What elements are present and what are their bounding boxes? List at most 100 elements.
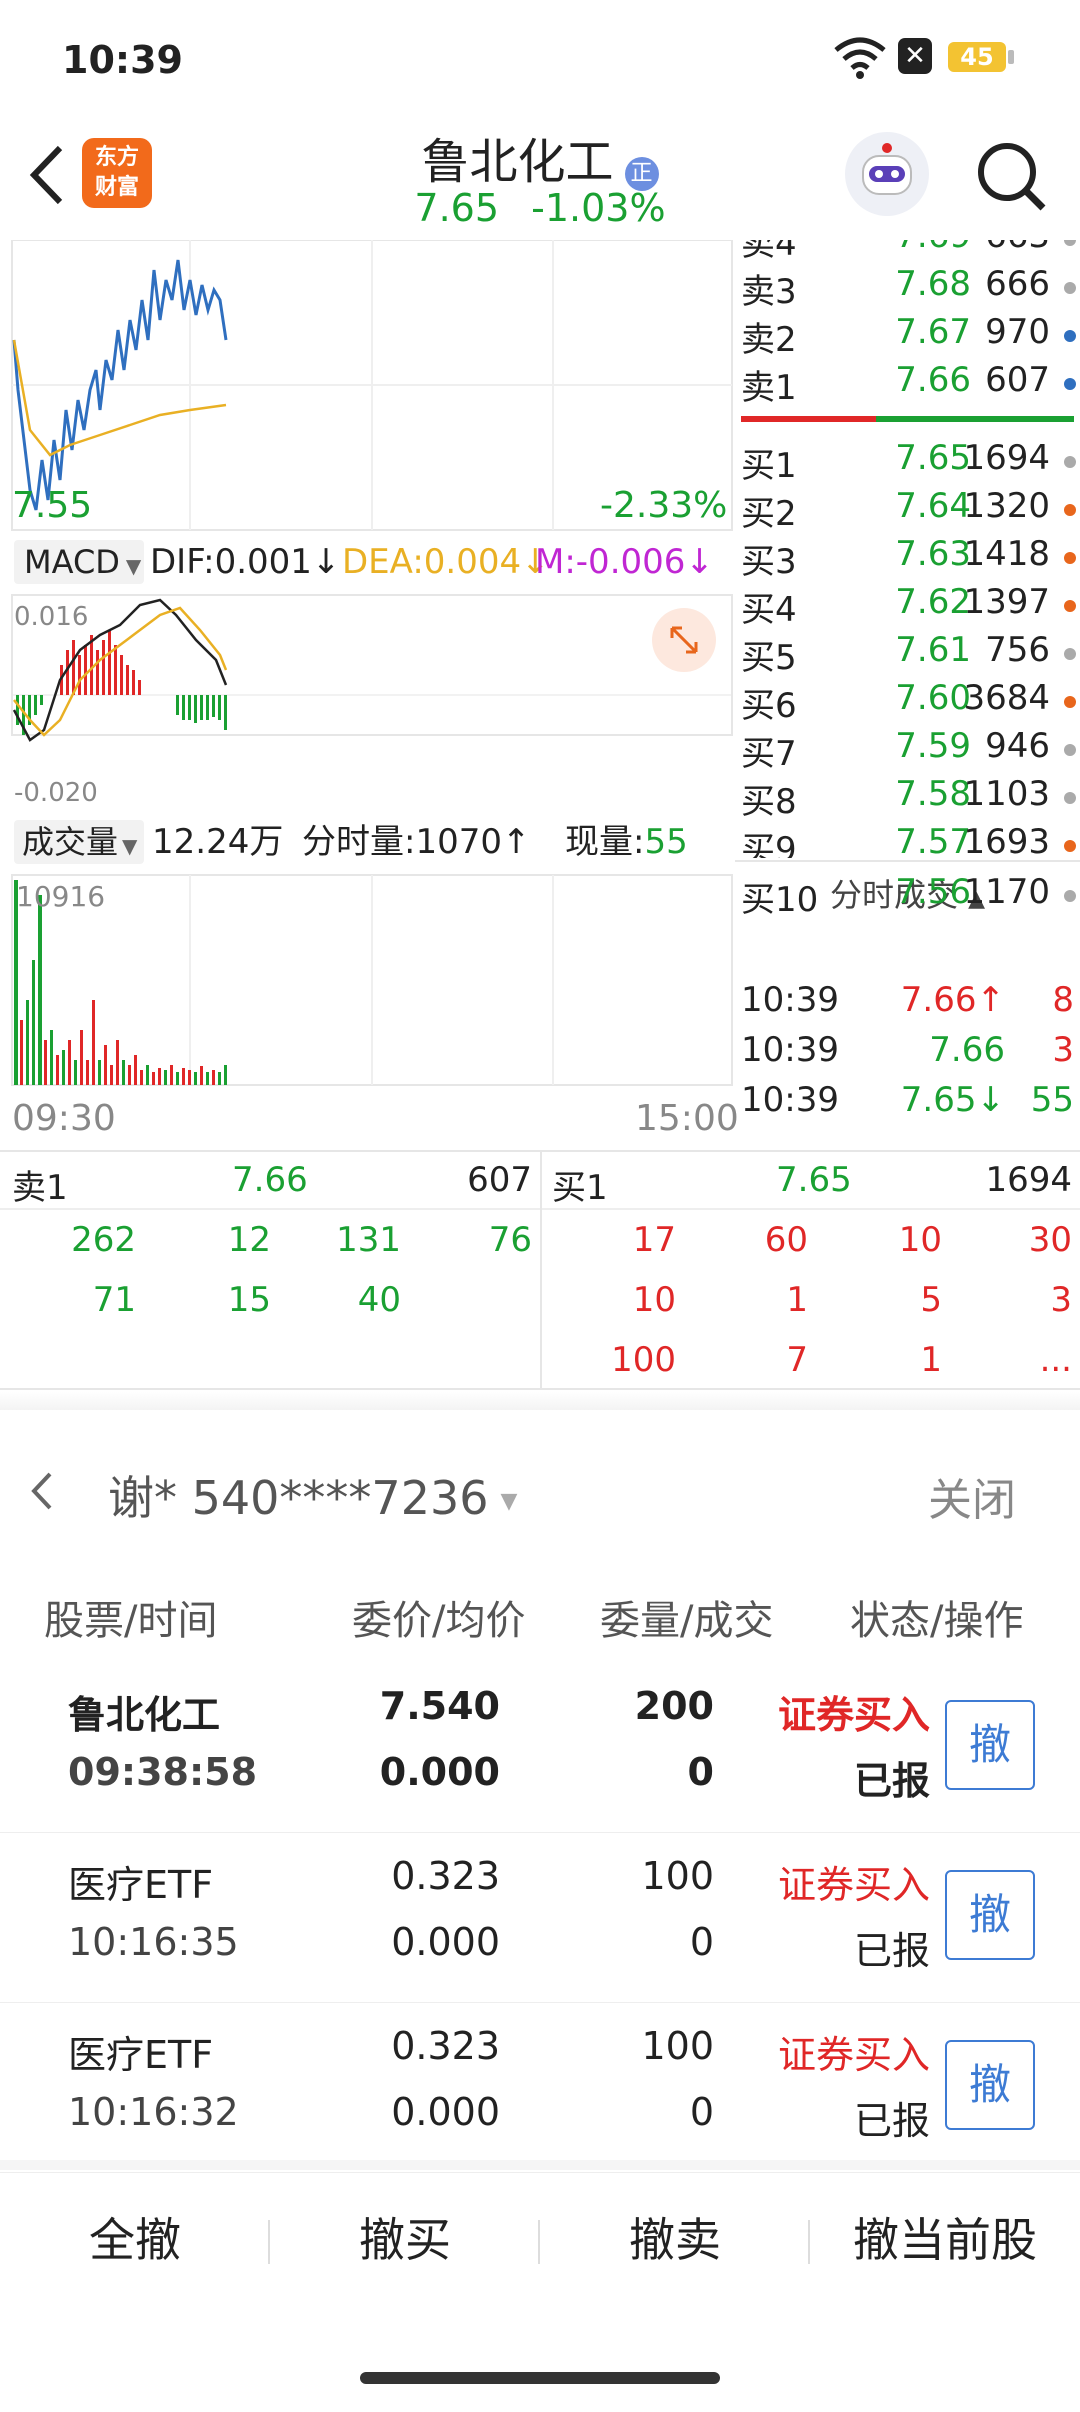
order-price: 0.323	[391, 1854, 500, 1898]
cancel-buys-button[interactable]: 撤买	[270, 2170, 540, 2310]
col-header-qty: 委量/成交	[600, 1598, 774, 1644]
col-header-price: 委价/均价	[352, 1598, 526, 1644]
dropdown-arrow-icon: ▼	[500, 1489, 518, 1514]
order-row[interactable]: 医疗ETF 10:16:32 0.323 0.000 100 0 证券买入 已报…	[0, 2002, 1080, 2173]
bid-row: 买4 7.62 1397	[735, 582, 1080, 630]
queue-sell-price: 7.66	[232, 1160, 308, 1200]
status-bar: 10:39 ✕ 45	[0, 0, 1080, 120]
sim-off-icon: ✕	[898, 38, 932, 74]
chart-canvas	[11, 240, 733, 1086]
account-selector[interactable]: 谢* 540****7236 ▼	[108, 1462, 517, 1528]
queue-cell: 7	[786, 1340, 808, 1380]
stock-name[interactable]: 鲁北化工	[421, 134, 613, 190]
order-filled: 0	[687, 1750, 714, 1794]
order-queue: 卖1 7.66 607 买1 7.65 1694 262 12 131 76 7…	[0, 1150, 1080, 1390]
order-book[interactable]: 卖47.69663 卖37.68666 卖27.67970 卖17.66607 …	[735, 240, 1080, 950]
buy-ratio-bar	[876, 416, 1074, 422]
app-logo[interactable]: 东方 财富	[82, 138, 152, 208]
volume-max-value: 10916	[16, 880, 106, 913]
order-status: 已报	[853, 2099, 930, 2143]
queue-buy-total: 1694	[985, 1160, 1072, 1200]
bid-row: 买1 7.65 1694	[735, 438, 1080, 486]
order-time: 10:16:35	[68, 1920, 239, 1964]
order-avg: 0.000	[391, 1920, 500, 1964]
cancel-order-button[interactable]: 撤	[945, 1870, 1035, 1960]
tick-row: 10:39 7.65↓ 55	[741, 1080, 1074, 1120]
header-change-pct: -1.03%	[531, 186, 666, 230]
volume-total: 12.24万	[152, 822, 284, 862]
order-price: 0.323	[391, 2024, 500, 2068]
close-button[interactable]: 关闭	[928, 1464, 1016, 1528]
home-indicator[interactable]	[360, 2372, 720, 2384]
order-stock-name: 鲁北化工	[68, 1693, 221, 1737]
order-stock-name: 医疗ETF	[68, 2033, 214, 2077]
queue-cell: 71	[92, 1280, 136, 1320]
status-time: 10:39	[62, 38, 183, 82]
avg-line	[12, 339, 227, 457]
robot-assistant-icon[interactable]	[845, 132, 929, 216]
tick-row: 10:39 7.66 3	[741, 1030, 1074, 1070]
order-stock-name: 医疗ETF	[68, 1863, 214, 1907]
queue-cell: 5	[920, 1280, 942, 1320]
bid-row: 买9 7.57 1693	[735, 822, 1080, 858]
queue-sell-total: 607	[467, 1160, 532, 1200]
bid-row: 买7 7.59 946	[735, 726, 1080, 774]
cancel-current-stock-button[interactable]: 撤当前股	[810, 2170, 1080, 2310]
order-qty: 100	[641, 2024, 714, 2068]
expand-icon[interactable]	[652, 608, 716, 672]
tick-row: 10:39 7.66↑ 8	[741, 980, 1074, 1020]
dif-value: DIF:0.001↓	[150, 542, 341, 582]
wifi-icon	[832, 36, 888, 84]
macd-label: MACD	[24, 543, 120, 581]
m-value: M:-0.006↓	[535, 542, 714, 582]
queue-cell: 12	[227, 1220, 271, 1260]
order-side: 证券买入	[777, 2033, 930, 2077]
time-start: 09:30	[12, 1098, 116, 1139]
queue-cell: 76	[488, 1220, 532, 1260]
book-divider	[735, 860, 1080, 862]
col-header-status: 状态/操作	[850, 1598, 1024, 1644]
order-time: 09:38:58	[68, 1750, 258, 1794]
logo-line2: 财富	[94, 175, 139, 200]
volume-selector[interactable]: 成交量 ▼	[14, 820, 144, 864]
cancel-sells-button[interactable]: 撤卖	[540, 2170, 810, 2310]
order-qty: 100	[641, 1854, 714, 1898]
minute-volume: 分时量:1070↑	[302, 822, 531, 862]
order-avg: 0.000	[391, 2090, 500, 2134]
dropdown-arrow-icon: ▼	[122, 834, 138, 858]
collapse-icon[interactable]	[22, 1466, 62, 1516]
asks-list: 卖47.69663 卖37.68666 卖27.67970 卖17.66607	[735, 240, 1080, 420]
cancel-order-button[interactable]: 撤	[945, 1700, 1035, 1790]
cancel-order-button[interactable]: 撤	[945, 2040, 1035, 2130]
order-row[interactable]: 医疗ETF 10:16:35 0.323 0.000 100 0 证券买入 已报…	[0, 1832, 1080, 2003]
battery-icon: 45	[948, 42, 1006, 72]
cancel-all-button[interactable]: 全撤	[0, 2170, 270, 2310]
dea-value: DEA:0.004↓	[342, 542, 550, 582]
order-time: 10:16:32	[68, 2090, 239, 2134]
order-avg: 0.000	[379, 1750, 500, 1794]
queue-buy-label: 买1	[552, 1168, 608, 1208]
intraday-chart[interactable]: 7.55 -2.33% MACD ▼ DIF:0.001↓ DEA:0.004↓ …	[0, 240, 739, 1150]
order-status: 已报	[853, 1759, 930, 1803]
order-filled: 0	[689, 2090, 714, 2134]
col-header-stock: 股票/时间	[44, 1598, 218, 1644]
search-icon[interactable]	[975, 140, 1049, 214]
macd-selector[interactable]: MACD ▼	[14, 540, 144, 584]
bid-row: 买2 7.64 1320	[735, 486, 1080, 534]
back-icon[interactable]	[22, 140, 72, 210]
stock-header: 东方 财富 鲁北化工 正 7.65 -1.03%	[0, 120, 1080, 240]
dropdown-arrow-icon: ▼	[125, 554, 142, 578]
ask-row: 卖3 7.68 666	[735, 264, 1080, 312]
ask-row: 卖47.69663	[735, 240, 1080, 264]
bid-row: 买8 7.58 1103	[735, 774, 1080, 822]
queue-cell: 15	[227, 1280, 271, 1320]
order-row[interactable]: 鲁北化工 09:38:58 7.540 0.000 200 0 证券买入 已报 …	[0, 1662, 1080, 1833]
bid-row: 买5 7.61 756	[735, 630, 1080, 678]
bottom-action-bar: 全撤 撤买 撤卖 撤当前股	[0, 2160, 1080, 2310]
queue-cell: 60	[764, 1220, 808, 1260]
ask-row: 卖1 7.66 607	[735, 360, 1080, 408]
bid-row: 买3 7.63 1418	[735, 534, 1080, 582]
queue-cell: 100	[611, 1340, 676, 1380]
order-price: 7.540	[379, 1684, 500, 1728]
header-price: 7.65	[414, 186, 500, 230]
